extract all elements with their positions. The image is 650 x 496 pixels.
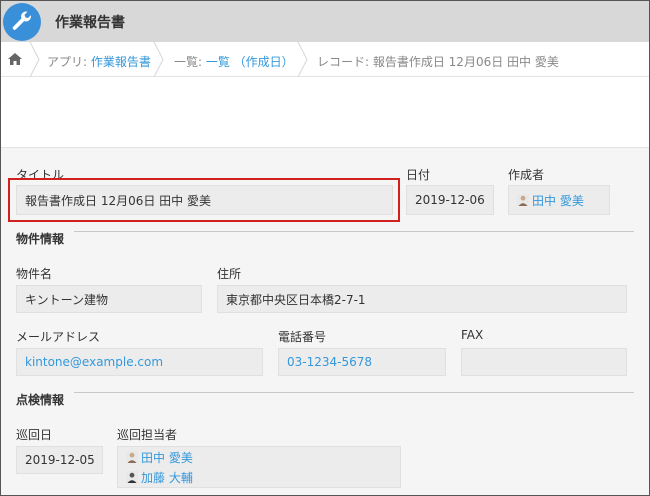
date-field: 2019-12-06 <box>406 185 494 215</box>
toolbar-area <box>1 77 649 148</box>
breadcrumb-app[interactable]: アプリ: 作業報告書 <box>47 53 151 70</box>
creator-user[interactable]: 田中 愛美 <box>517 192 584 209</box>
property-name-label: 物件名 <box>16 267 53 281</box>
staff-user[interactable]: 田中 愛美 <box>126 449 193 466</box>
staff-name[interactable]: 田中 愛美 <box>141 449 193 466</box>
patrol-staff-field: 田中 愛美 加藤 大輔 <box>117 446 401 488</box>
staff-user[interactable]: 加藤 大輔 <box>126 469 193 486</box>
breadcrumb-list[interactable]: 一覧: 一覧 （作成日） <box>174 53 294 70</box>
patrol-date-label: 巡回日 <box>16 428 53 442</box>
home-icon[interactable] <box>8 53 22 65</box>
breadcrumb-app-link[interactable]: 作業報告書 <box>91 55 151 69</box>
email-link[interactable]: kintone@example.com <box>16 348 263 376</box>
app-header: 作業報告書 <box>1 1 649 42</box>
patrol-date-field: 2019-12-05 <box>16 446 103 474</box>
creator-name[interactable]: 田中 愛美 <box>532 192 584 209</box>
date-label: 日付 <box>406 168 431 182</box>
patrol-staff-label: 巡回担当者 <box>117 428 178 442</box>
user-avatar-icon <box>126 471 138 483</box>
window-frame: 作業報告書 アプリ: 作業報告書 一覧: 一覧 （作成日） レコード: 報告書作… <box>0 0 650 496</box>
user-avatar-icon <box>126 451 138 463</box>
highlight-box <box>8 178 400 222</box>
phone-link[interactable]: 03-1234-5678 <box>278 348 446 376</box>
section-divider <box>74 231 634 232</box>
section-divider <box>74 392 634 393</box>
breadcrumb-record: レコード: 報告書作成日 12月06日 田中 愛美 <box>317 55 559 69</box>
email-label: メールアドレス <box>16 330 101 344</box>
creator-label: 作成者 <box>508 168 545 182</box>
breadcrumb-app-prefix: アプリ: <box>47 55 91 69</box>
phone-label: 電話番号 <box>278 330 327 344</box>
user-avatar-icon <box>517 194 529 206</box>
breadcrumb-list-prefix: 一覧: <box>174 55 206 69</box>
breadcrumb: アプリ: 作業報告書 一覧: 一覧 （作成日） レコード: 報告書作成日 12月… <box>1 42 649 77</box>
wrench-icon <box>3 3 41 41</box>
property-name-field: キントーン建物 <box>16 285 202 313</box>
fax-label: FAX <box>461 328 484 342</box>
fax-field <box>461 348 627 376</box>
address-label: 住所 <box>217 267 242 281</box>
inspection-section-heading: 点検情報 <box>16 393 65 407</box>
app-title: 作業報告書 <box>55 15 125 31</box>
creator-field: 田中 愛美 <box>508 185 610 215</box>
breadcrumb-separator <box>29 42 40 77</box>
address-field: 東京都中央区日本橋2-7-1 <box>217 285 627 313</box>
staff-name[interactable]: 加藤 大輔 <box>141 469 193 486</box>
breadcrumb-list-link[interactable]: 一覧 （作成日） <box>206 55 294 69</box>
breadcrumb-separator <box>297 42 308 77</box>
breadcrumb-separator <box>153 42 164 77</box>
property-section-heading: 物件情報 <box>16 232 65 246</box>
